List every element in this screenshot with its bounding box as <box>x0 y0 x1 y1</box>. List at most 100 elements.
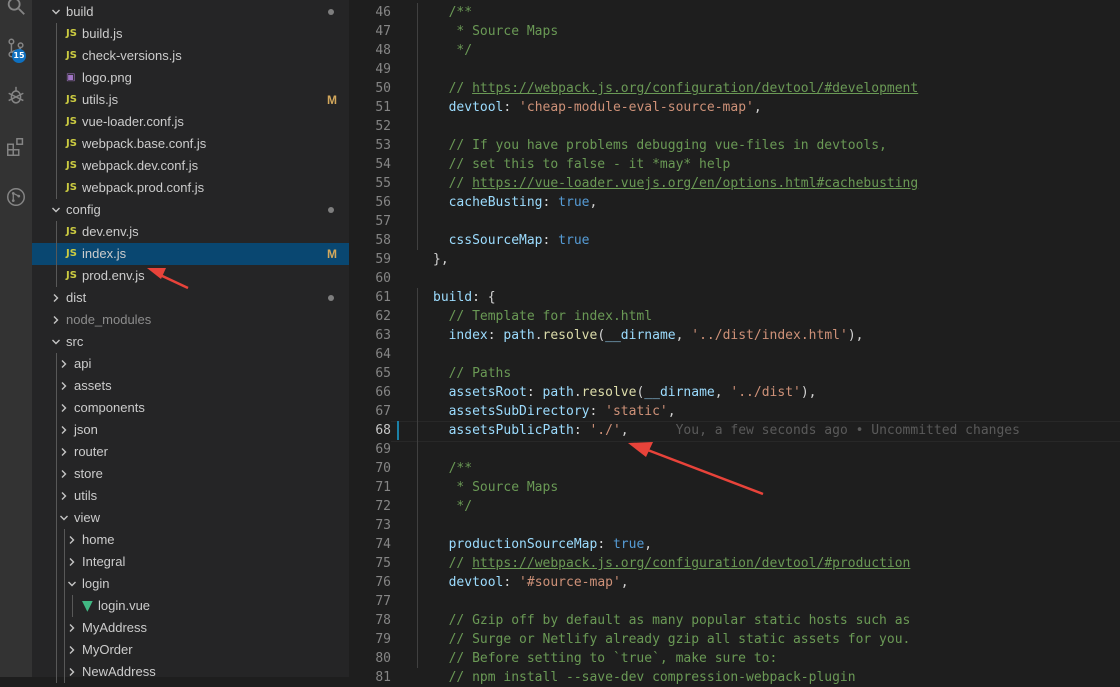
line-number: 70 <box>375 461 391 476</box>
explorer-folder[interactable]: json <box>32 419 349 441</box>
code-line[interactable]: }, <box>433 250 449 269</box>
code-token: , <box>620 575 629 590</box>
code-line[interactable]: devtool: 'cheap-module-eval-source-map', <box>449 98 762 117</box>
scm-badge: 15 <box>12 49 26 63</box>
explorer-folder[interactable]: view <box>32 507 349 529</box>
code-line[interactable]: /** <box>449 3 472 22</box>
line-number: 53 <box>375 138 391 153</box>
line-number: 61 <box>375 290 391 305</box>
explorer-folder[interactable]: Integral <box>32 551 349 573</box>
line-number: 81 <box>375 670 391 685</box>
code-line[interactable]: // npm install --save-dev compression-we… <box>449 668 856 687</box>
explorer-folder[interactable]: node_modules <box>32 309 349 331</box>
explorer-folder[interactable]: login <box>32 573 349 595</box>
explorer-file[interactable]: JS prod.env.js <box>32 265 349 287</box>
code-line[interactable]: // Paths <box>449 364 512 383</box>
js-file-icon: JS <box>66 28 77 39</box>
explorer-file[interactable]: JS utils.js M <box>32 89 349 111</box>
code-token: : <box>597 537 613 552</box>
code-token: * Source Maps <box>448 24 559 39</box>
explorer-folder[interactable]: home <box>32 529 349 551</box>
chevron-right-icon <box>58 463 70 485</box>
code-line[interactable]: productionSourceMap: true, <box>449 535 653 554</box>
indent-guide <box>72 595 73 617</box>
explorer-file[interactable]: JS check-versions.js <box>32 45 349 67</box>
code-line[interactable]: // Gzip off by default as many popular s… <box>449 611 911 630</box>
code-line[interactable]: // https://webpack.js.org/configuration/… <box>449 554 911 573</box>
explorer-file[interactable]: JS webpack.dev.conf.js <box>32 155 349 177</box>
explorer-folder[interactable]: router <box>32 441 349 463</box>
code-line[interactable]: // If you have problems debugging vue-fi… <box>449 136 887 155</box>
remote-icon[interactable] <box>0 181 32 213</box>
code-line[interactable]: build: { <box>433 288 496 307</box>
explorer-file[interactable]: ▣ logo.png <box>32 67 349 89</box>
explorer-file[interactable]: ▼ login.vue <box>32 595 349 617</box>
code-token: : <box>542 233 559 248</box>
explorer-folder[interactable]: api <box>32 353 349 375</box>
dirty-diff-marker <box>397 421 399 440</box>
explorer-folder[interactable]: MyOrder <box>32 639 349 661</box>
code-token: : <box>589 404 606 419</box>
code-line[interactable]: // set this to false - it *may* help <box>449 155 731 174</box>
code-line[interactable]: * Source Maps <box>448 478 559 497</box>
code-line[interactable]: // Template for index.html <box>449 307 653 326</box>
explorer-folder[interactable]: store <box>32 463 349 485</box>
code-line[interactable]: cacheBusting: true, <box>449 193 598 212</box>
code-line[interactable]: assetsSubDirectory: 'static', <box>449 402 676 421</box>
explorer-folder[interactable]: config <box>32 199 349 221</box>
code-line[interactable]: cssSourceMap: true <box>449 231 590 250</box>
code-line[interactable]: assetsRoot: path.resolve(__dirname, '../… <box>449 383 817 402</box>
line-number: 49 <box>375 62 391 77</box>
explorer-folder[interactable]: build <box>32 1 349 23</box>
code-token: true <box>558 195 590 210</box>
chevron-down-icon <box>58 507 70 529</box>
explorer-folder[interactable]: MyAddress <box>32 617 349 639</box>
code-editor[interactable]: 46 /** 47 * Source Maps 48 */ 49 50 // https:/… <box>349 0 1120 685</box>
code-line[interactable]: * Source Maps <box>448 22 559 41</box>
explorer-file[interactable]: JS build.js <box>32 23 349 45</box>
debug-icon[interactable] <box>0 80 32 112</box>
code-line[interactable]: devtool: '#source-map', <box>449 573 629 592</box>
explorer-file[interactable]: JS dev.env.js <box>32 221 349 243</box>
search-icon[interactable] <box>0 0 32 22</box>
file-label: index.js <box>82 246 127 261</box>
extensions-icon[interactable] <box>0 131 32 163</box>
code-token: path <box>503 328 535 343</box>
code-token: true <box>612 537 645 552</box>
activity-bar: 15 <box>0 0 32 677</box>
code-line[interactable]: // https://vue-loader.vuejs.org/en/optio… <box>449 174 919 193</box>
code-token: devtool <box>448 575 504 590</box>
code-line[interactable]: /** <box>449 459 472 478</box>
explorer-file[interactable]: JS index.js M <box>32 243 349 265</box>
code-line[interactable]: // https://webpack.js.org/configuration/… <box>449 79 919 98</box>
line-number: 64 <box>375 347 391 362</box>
code-line[interactable]: */ <box>449 497 472 516</box>
explorer-file[interactable]: JS vue-loader.conf.js <box>32 111 349 133</box>
folder-label: build <box>66 4 94 19</box>
js-file-icon: JS <box>66 50 77 61</box>
line-number: 72 <box>375 499 391 514</box>
code-token: * Source Maps <box>448 480 559 495</box>
code-line[interactable]: // Surge or Netlify already gzip all sta… <box>449 630 911 649</box>
explorer-folder[interactable]: src <box>32 331 349 353</box>
explorer-folder[interactable]: NewAddress <box>32 661 349 683</box>
code-token: index <box>448 328 488 343</box>
code-token: ( <box>597 328 606 343</box>
explorer-folder[interactable]: dist <box>32 287 349 309</box>
code-line[interactable]: // Before setting to `true`, make sure t… <box>449 649 778 668</box>
explorer-file[interactable]: JS webpack.prod.conf.js <box>32 177 349 199</box>
code-line[interactable]: assetsPublicPath: './', You, a few secon… <box>449 421 1020 440</box>
explorer-folder[interactable]: components <box>32 397 349 419</box>
chevron-right-icon <box>58 485 70 507</box>
js-file-icon: JS <box>66 182 77 193</box>
folder-label: json <box>74 422 98 437</box>
explorer-folder[interactable]: utils <box>32 485 349 507</box>
code-token: https://webpack.js.org/configuration/dev… <box>472 81 919 96</box>
code-line[interactable]: index: path.resolve(__dirname, '../dist/… <box>449 326 864 345</box>
explorer-folder[interactable]: assets <box>32 375 349 397</box>
chevron-right-icon <box>66 639 78 661</box>
explorer-file[interactable]: JS webpack.base.conf.js <box>32 133 349 155</box>
code-token: __dirname <box>605 328 676 343</box>
chevron-right-icon <box>66 661 78 683</box>
code-line[interactable]: */ <box>449 41 472 60</box>
